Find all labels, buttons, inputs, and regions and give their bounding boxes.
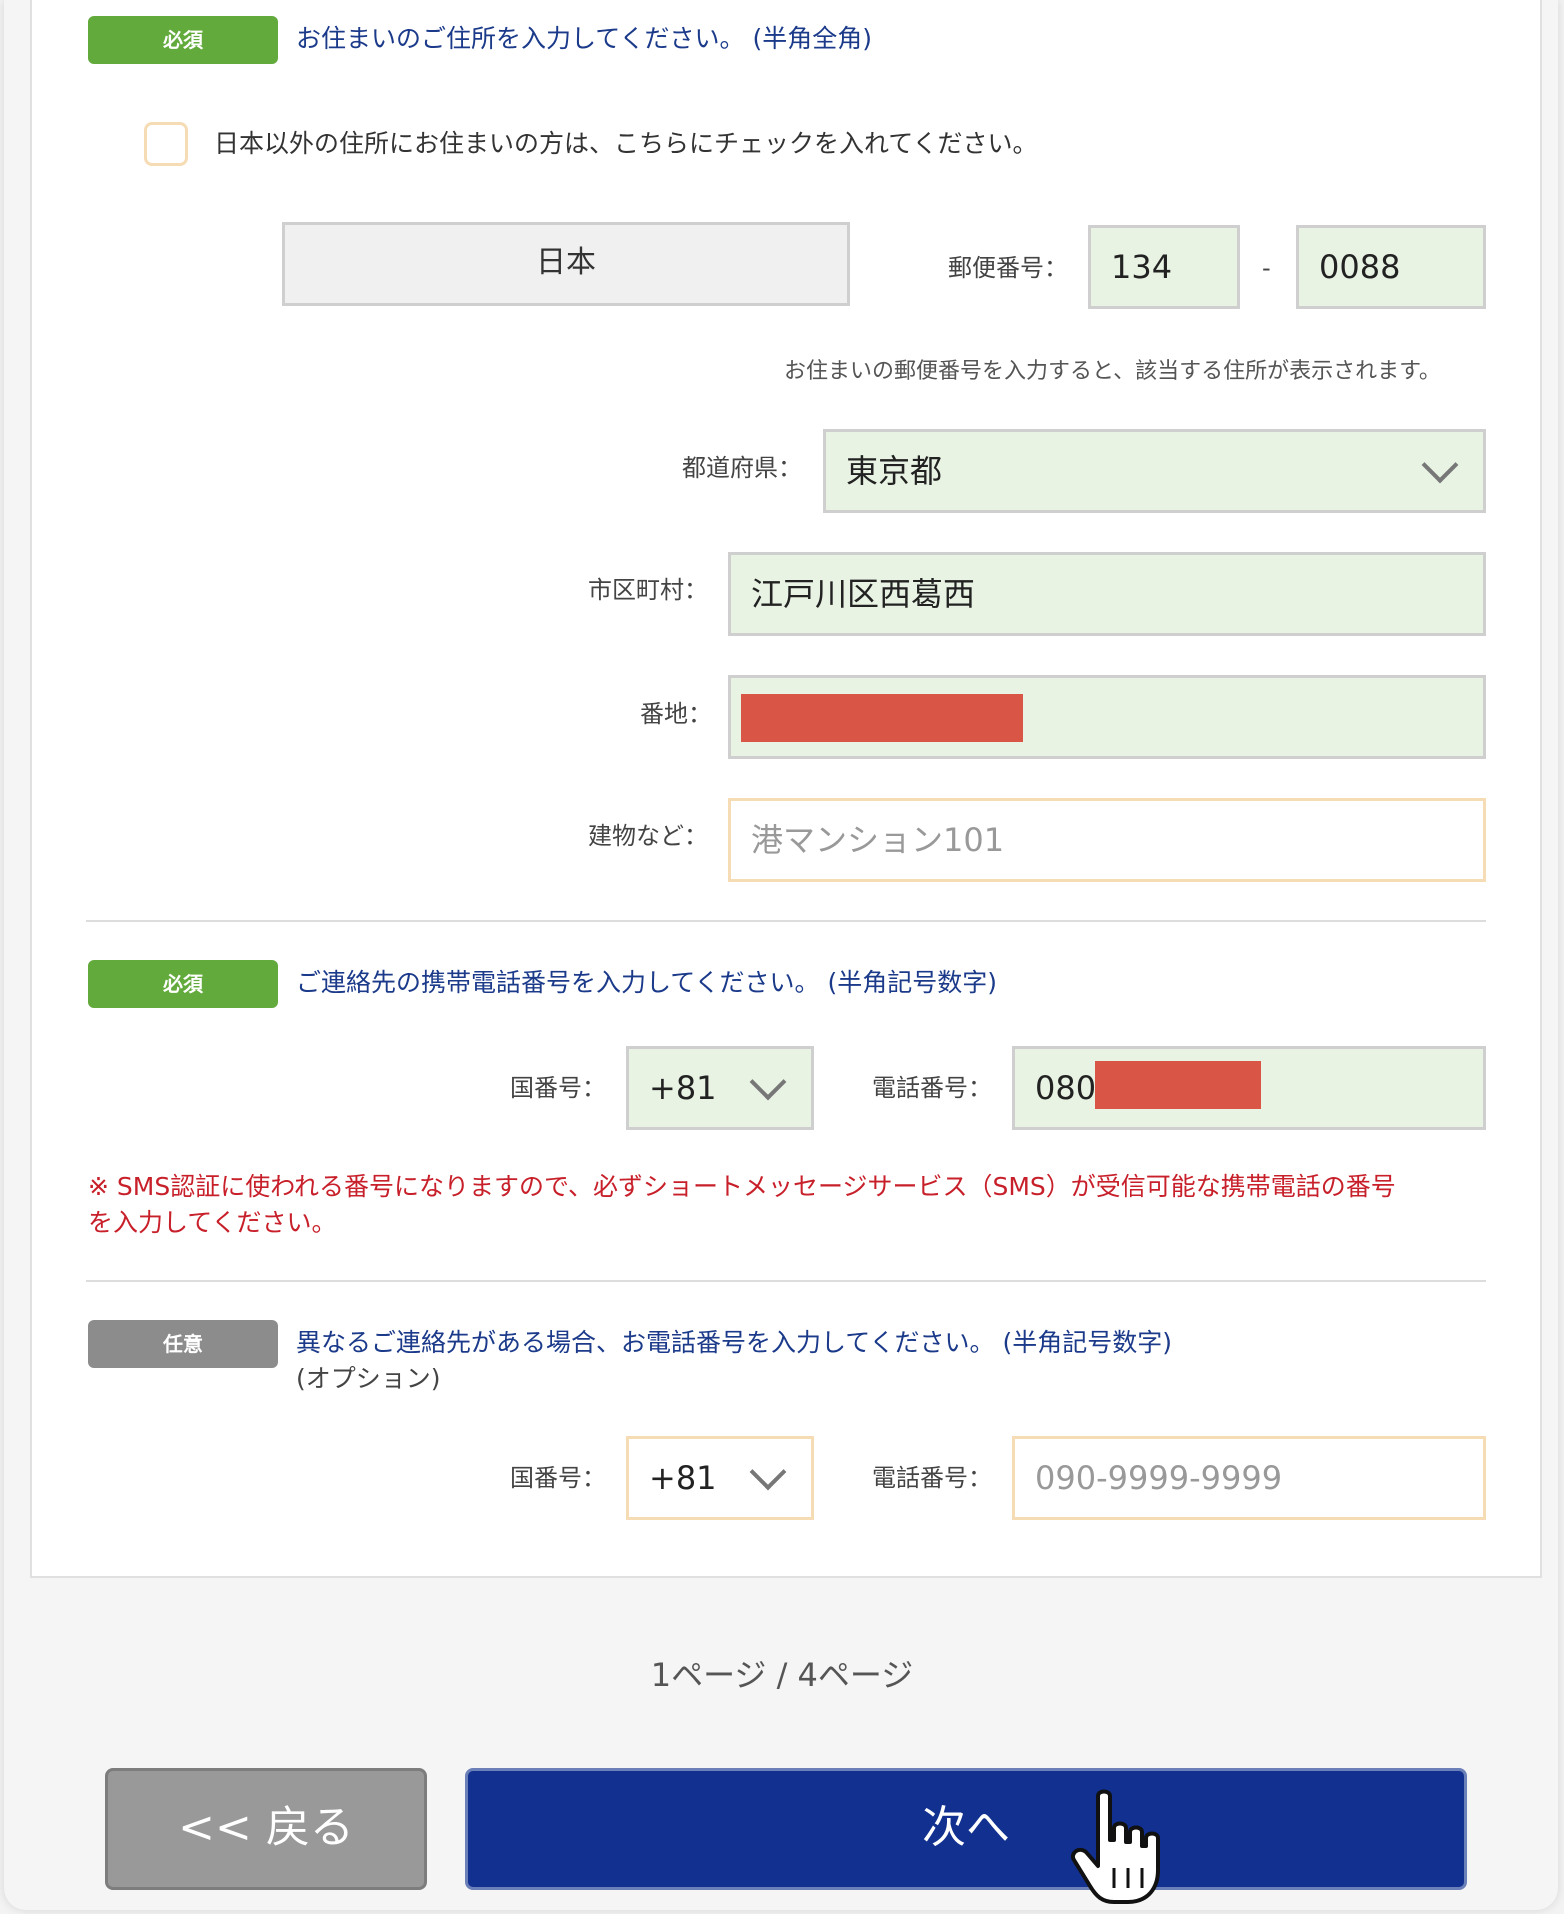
overseas-checkbox[interactable]	[144, 122, 188, 166]
optional-badge: 任意	[88, 1320, 278, 1368]
chevron-down-icon	[1421, 446, 1459, 484]
alt-country-code-select[interactable]: +81	[626, 1436, 814, 1520]
postal-code-first-input[interactable]: 134	[1088, 225, 1240, 309]
alt-country-code-value: +81	[649, 1459, 717, 1497]
alt-phone-instruction-line2: (オプション)	[296, 1364, 441, 1393]
required-badge-mobile: 必須	[88, 960, 278, 1008]
overseas-checkbox-label: 日本以外の住所にお住まいの方は、こちらにチェックを入れてください。	[214, 129, 1038, 158]
building-input[interactable]: 港マンション101	[728, 798, 1486, 882]
back-button[interactable]: << 戻る	[105, 1768, 427, 1890]
mobile-country-code-label: 国番号：	[510, 1074, 606, 1102]
postal-code-hint: お住まいの郵便番号を入力すると、該当する住所が表示されます。	[784, 359, 1441, 384]
building-placeholder: 港マンション101	[751, 821, 1005, 859]
address-instruction: お住まいのご住所を入力してください。 (半角全角)	[296, 24, 872, 53]
mobile-country-code-select[interactable]: +81	[626, 1046, 814, 1130]
redacted-street	[741, 694, 1023, 742]
mobile-phone-input[interactable]: 080	[1012, 1046, 1486, 1130]
street-input[interactable]	[728, 675, 1486, 759]
hand-pointer-icon	[1071, 1789, 1160, 1904]
building-label: 建物など：	[588, 822, 708, 850]
chevron-down-icon	[749, 1453, 787, 1491]
chevron-down-icon	[749, 1063, 787, 1101]
required-badge-address: 必須	[88, 16, 278, 64]
postal-code-separator: -	[1262, 254, 1271, 282]
postal-code-label: 郵便番号：	[948, 254, 1068, 282]
street-label: 番地：	[640, 700, 712, 728]
sms-note-line2: を入力してください。	[88, 1208, 337, 1237]
country-display: 日本	[282, 222, 850, 306]
section-divider	[86, 1280, 1486, 1282]
city-label: 市区町村：	[588, 576, 708, 604]
mobile-phone-value: 080	[1035, 1069, 1097, 1107]
prefecture-select[interactable]: 東京都	[823, 429, 1486, 513]
alt-phone-label: 電話番号：	[872, 1464, 992, 1492]
alt-country-code-label: 国番号：	[510, 1464, 606, 1492]
postal-code-second-input[interactable]: 0088	[1296, 225, 1486, 309]
city-input[interactable]: 江戸川区西葛西	[728, 552, 1486, 636]
prefecture-value: 東京都	[846, 452, 943, 490]
sms-note-line1: ※ SMS認証に使われる番号になりますので、必ずショートメッセージサービス（SM…	[88, 1172, 1396, 1201]
prefecture-label: 都道府県：	[682, 454, 802, 482]
alt-phone-input[interactable]: 090-9999-9999	[1012, 1436, 1486, 1520]
alt-phone-instruction-line1: 異なるご連絡先がある場合、お電話番号を入力してください。 (半角記号数字)	[296, 1328, 1172, 1357]
redacted-phone	[1095, 1061, 1261, 1109]
section-divider	[86, 920, 1486, 922]
page-indicator: 1ページ / 4ページ	[650, 1656, 914, 1694]
next-button[interactable]: 次へ	[465, 1768, 1467, 1890]
mobile-phone-label: 電話番号：	[872, 1074, 992, 1102]
mobile-country-code-value: +81	[649, 1069, 717, 1107]
alt-phone-placeholder: 090-9999-9999	[1035, 1459, 1283, 1497]
mobile-instruction: ご連絡先の携帯電話番号を入力してください。 (半角記号数字)	[296, 968, 997, 997]
